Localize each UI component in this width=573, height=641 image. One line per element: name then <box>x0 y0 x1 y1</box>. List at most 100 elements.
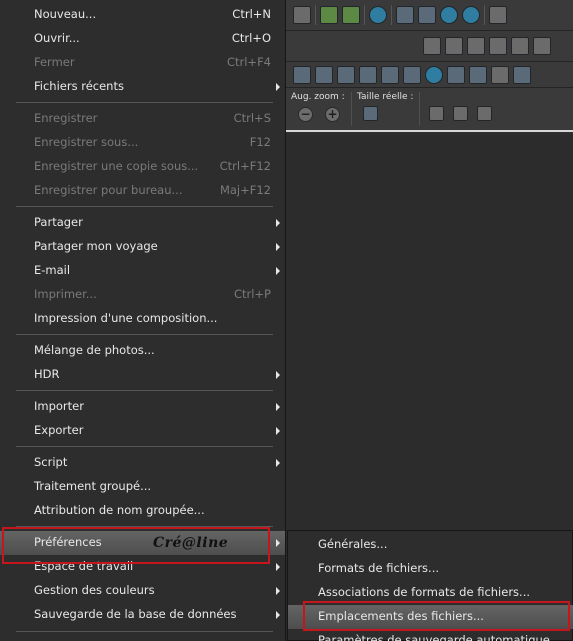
triangle-icon[interactable] <box>491 65 509 84</box>
menu-item-label: Traitement groupé... <box>34 479 152 493</box>
grid-icon[interactable] <box>381 65 399 84</box>
menu-item-email[interactable]: E-mail <box>0 259 285 283</box>
submenu-arrow-icon <box>276 83 280 91</box>
toolbar-separator <box>315 5 316 25</box>
menu-item-label: Gestion des couleurs <box>34 583 155 597</box>
zoom-in-button[interactable]: + <box>325 107 340 122</box>
menu-item-traitement-groupe[interactable]: Traitement groupé... <box>0 475 285 499</box>
copy-icon[interactable] <box>423 37 441 55</box>
paste-icon[interactable] <box>445 37 463 55</box>
panel-separator <box>419 92 420 126</box>
menu-item-label: Mélange de photos... <box>34 343 155 357</box>
settings-icon[interactable] <box>533 37 551 55</box>
menu-item-label: Importer <box>34 399 84 413</box>
cut-icon[interactable] <box>467 37 485 55</box>
menu-item-hdr[interactable]: HDR <box>0 363 285 387</box>
submenu-arrow-icon <box>276 587 280 595</box>
submenu-arrow-icon <box>276 427 280 435</box>
menu-item-enregistrer-sous[interactable]: Enregistrer sous... F12 <box>0 131 285 155</box>
redo-icon[interactable] <box>342 6 360 24</box>
crop-icon[interactable] <box>511 37 529 55</box>
rotate-icon[interactable] <box>489 37 507 55</box>
menu-item-script[interactable]: Script <box>0 451 285 475</box>
menu-separator <box>16 390 273 391</box>
submenu-arrow-icon <box>276 403 280 411</box>
menu-item-fichiers-recents[interactable]: Fichiers récents <box>0 75 285 99</box>
menu-item-melange-photos[interactable]: Mélange de photos... <box>0 339 285 363</box>
fit-screen-icon[interactable] <box>477 106 492 121</box>
menu-item-imprimer[interactable]: Imprimer... Ctrl+P <box>0 283 285 307</box>
mask-icon[interactable] <box>403 65 421 84</box>
copy-icon[interactable] <box>489 6 507 24</box>
menu-item-label: Imprimer... <box>34 287 97 301</box>
submenu-arrow-icon <box>276 219 280 227</box>
image-icon[interactable] <box>293 6 311 24</box>
menu-item-label: Fermer <box>34 55 75 69</box>
menu-item-label: Enregistrer pour bureau... <box>34 183 183 197</box>
toolbar-separator <box>391 5 392 25</box>
menu-item-shortcut: F12 <box>249 135 271 149</box>
menu-item-importer[interactable]: Importer <box>0 395 285 419</box>
info-icon[interactable] <box>369 6 387 24</box>
menu-item-sauvegarde-bdd[interactable]: Sauvegarde de la base de données <box>0 603 285 627</box>
zoom-in-icon[interactable] <box>462 6 480 24</box>
frame-icon[interactable] <box>337 65 355 84</box>
image-frame-icon[interactable] <box>359 65 377 84</box>
menu-item-label: HDR <box>34 367 60 381</box>
menu-item-shortcut: Ctrl+S <box>233 111 271 125</box>
fit-icon[interactable] <box>418 6 436 24</box>
undo-icon[interactable] <box>320 6 338 24</box>
menu-item-nouveau[interactable]: Nouveau... Ctrl+N <box>0 3 285 27</box>
fit-width-icon[interactable] <box>429 106 444 121</box>
menu-item-label: Enregistrer une copie sous... <box>34 159 199 173</box>
actual-size-icon[interactable] <box>396 6 414 24</box>
menu-item-label: E-mail <box>34 263 71 277</box>
main-toolbar <box>285 0 573 31</box>
menu-item-label: Attribution de nom groupée... <box>34 503 205 517</box>
menu-item-label: Script <box>34 455 68 469</box>
actual-size-icon[interactable] <box>363 106 378 121</box>
menu-item-gestion-couleurs[interactable]: Gestion des couleurs <box>0 579 285 603</box>
submenu-item-label: Générales... <box>318 537 388 551</box>
menu-item-exporter[interactable]: Exporter <box>0 419 285 443</box>
submenu-arrow-icon <box>276 459 280 467</box>
menu-item-impression-composition[interactable]: Impression d'une composition... <box>0 307 285 331</box>
menu-item-enregistrer-bureau[interactable]: Enregistrer pour bureau... Maj+F12 <box>0 179 285 203</box>
panel-icon[interactable] <box>513 65 531 84</box>
tools-toolbar <box>285 62 573 88</box>
menu-item-label: Sauvegarde de la base de données <box>34 607 237 621</box>
annotation-highlight-emplacements <box>303 601 570 631</box>
selection-icon[interactable] <box>293 65 311 84</box>
menu-separator <box>16 334 273 335</box>
zoom-out-button[interactable]: − <box>298 107 313 122</box>
submenu-item-label: Associations de formats de fichiers... <box>318 585 531 599</box>
submenu-item-formats[interactable]: Formats de fichiers... <box>288 557 573 581</box>
menu-item-enregistrer[interactable]: Enregistrer Ctrl+S <box>0 107 285 131</box>
menu-item-ouvrir[interactable]: Ouvrir... Ctrl+O <box>0 27 285 51</box>
zoom-out-icon[interactable] <box>440 6 458 24</box>
zoom-label: Aug. zoom : <box>291 92 345 102</box>
submenu-arrow-icon <box>276 539 280 547</box>
gear-icon[interactable] <box>425 65 443 84</box>
menu-separator <box>16 102 273 103</box>
submenu-arrow-icon <box>276 611 280 619</box>
menu-item-partager[interactable]: Partager <box>0 211 285 235</box>
menu-item-label: Enregistrer sous... <box>34 135 139 149</box>
toolbar-separator <box>484 5 485 25</box>
menu-item-label: Partager <box>34 215 83 229</box>
menu-item-attribution-nom[interactable]: Attribution de nom groupée... <box>0 499 285 523</box>
panel-separator <box>351 92 352 126</box>
menu-item-fermer[interactable]: Fermer Ctrl+F4 <box>0 51 285 75</box>
layers-icon[interactable] <box>447 65 465 84</box>
submenu-item-generales[interactable]: Générales... <box>288 533 573 557</box>
fit-window-icon[interactable] <box>453 106 468 121</box>
menu-item-partager-voyage[interactable]: Partager mon voyage <box>0 235 285 259</box>
film-icon[interactable] <box>315 65 333 84</box>
menu-item-shortcut: Maj+F12 <box>219 183 271 197</box>
clone-icon[interactable] <box>469 65 487 84</box>
submenu-item-label: Formats de fichiers... <box>318 561 440 575</box>
menu-item-label: Fichiers récents <box>34 79 124 93</box>
menu-item-shortcut: Ctrl+O <box>231 31 271 45</box>
menu-item-enregistrer-copie[interactable]: Enregistrer une copie sous... Ctrl+F12 <box>0 155 285 179</box>
menu-item-label: Impression d'une composition... <box>34 311 218 325</box>
